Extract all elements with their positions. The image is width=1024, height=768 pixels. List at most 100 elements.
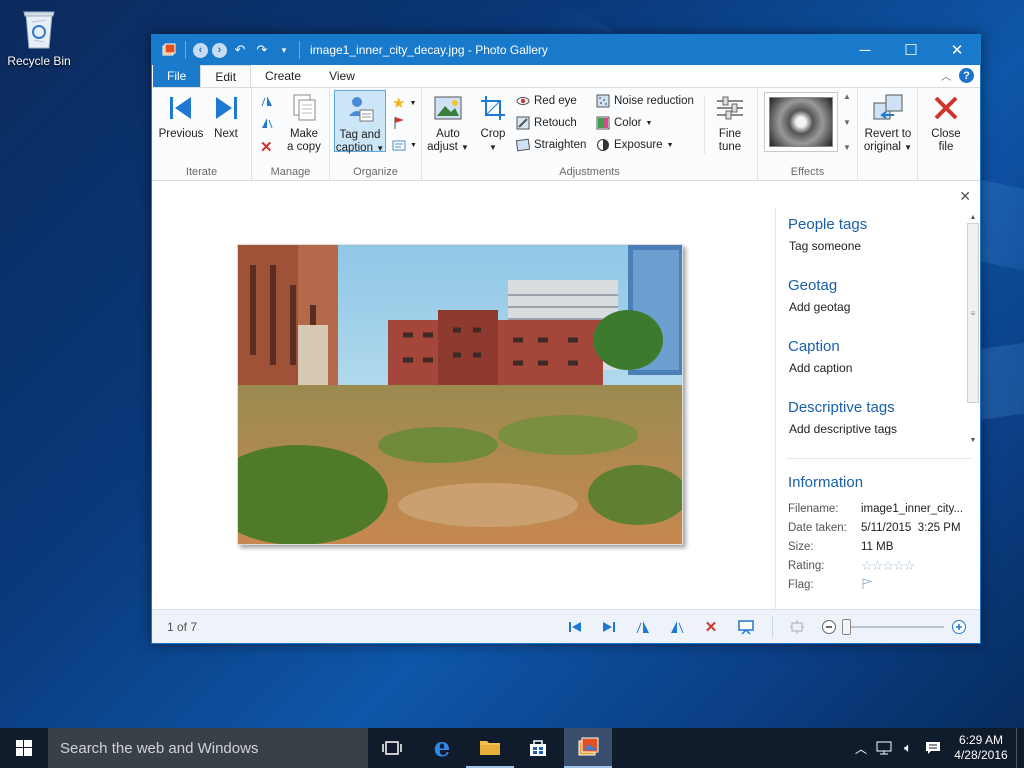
make-copy-button[interactable]: Make a copy xyxy=(282,92,326,154)
delete-icon: ✕ xyxy=(260,139,273,156)
retouch-button[interactable]: Retouch xyxy=(516,116,577,130)
rating-stars-icon[interactable]: ☆☆☆☆☆ xyxy=(861,558,971,574)
minimize-button[interactable]: ─ xyxy=(842,35,888,65)
clock[interactable]: 6:29 AM 4/28/2016 xyxy=(946,733,1016,763)
photo-gallery-taskbar-button[interactable] xyxy=(564,728,612,768)
expand-gallery-icon[interactable]: ▼ xyxy=(843,143,851,152)
zoom-out-icon xyxy=(822,620,836,634)
zoom-in-button[interactable] xyxy=(950,618,968,636)
tab-edit[interactable]: Edit xyxy=(200,65,252,87)
effect-thumbnail-bw[interactable] xyxy=(769,97,833,147)
rotate-right-status-button[interactable] xyxy=(668,618,686,636)
color-label: Color xyxy=(614,117,642,129)
actual-size-button[interactable] xyxy=(788,618,806,636)
task-view-button[interactable] xyxy=(368,728,416,768)
rotate-left-button[interactable] xyxy=(260,94,274,108)
noise-reduction-button[interactable]: Noise reduction xyxy=(596,94,694,108)
flag-button[interactable] xyxy=(392,116,406,130)
recycle-bin-icon xyxy=(20,6,58,50)
fine-tune-button[interactable]: Fine tune xyxy=(708,92,752,154)
revert-to-original-button[interactable]: Revert to original ▼ xyxy=(860,92,916,154)
close-window-button[interactable]: ✕ xyxy=(934,35,980,65)
dropdown-arrow-icon: ▼ xyxy=(409,99,417,107)
close-file-button[interactable]: Close file xyxy=(924,92,968,154)
color-icon xyxy=(596,116,610,130)
taskbar-search-box[interactable]: Search the web and Windows xyxy=(48,728,368,768)
next-photo-button[interactable] xyxy=(600,618,618,636)
zoom-slider-track[interactable] xyxy=(842,626,944,628)
rotate-left-icon xyxy=(636,621,649,634)
photo-counter: 1 of 7 xyxy=(167,620,198,634)
information-table: Filename: image1_inner_city... Date taken… xyxy=(788,499,982,595)
slideshow-icon xyxy=(738,620,754,635)
slideshow-button[interactable] xyxy=(737,618,755,636)
fine-tune-icon xyxy=(714,92,746,124)
crop-label: Crop xyxy=(480,128,506,140)
undo-icon[interactable]: ↶ xyxy=(231,41,249,59)
properties-button[interactable]: ▼ xyxy=(392,138,417,152)
action-center-icon[interactable] xyxy=(920,741,946,755)
show-desktop-button[interactable] xyxy=(1016,728,1024,768)
revert-label: Revert to xyxy=(864,128,912,140)
rotate-right-button[interactable] xyxy=(260,116,274,130)
scroll-up-icon[interactable]: ▲ xyxy=(967,214,979,221)
scroll-down-icon[interactable]: ▼ xyxy=(843,118,851,127)
help-icon[interactable]: ? xyxy=(959,68,974,83)
group-label-organize: Organize xyxy=(353,166,398,178)
forward-icon[interactable]: › xyxy=(212,42,227,58)
app-icon[interactable] xyxy=(160,41,178,59)
start-button[interactable] xyxy=(0,728,48,768)
zoom-slider-thumb[interactable] xyxy=(842,619,851,635)
info-row-flag: Flag: xyxy=(788,576,982,595)
clock-date: 4/28/2016 xyxy=(954,748,1008,762)
back-icon[interactable]: ‹ xyxy=(193,42,208,58)
next-button[interactable]: Next xyxy=(206,92,246,141)
color-button[interactable]: Color ▼ xyxy=(596,116,652,130)
volume-icon[interactable]: 🔈︎ xyxy=(896,740,920,756)
redo-icon[interactable]: ↷ xyxy=(253,41,271,59)
recycle-bin[interactable]: Recycle Bin xyxy=(4,6,74,68)
exposure-button[interactable]: Exposure ▼ xyxy=(596,138,674,152)
red-eye-button[interactable]: Red eye xyxy=(516,94,577,108)
edge-taskbar-button[interactable]: e xyxy=(418,728,466,768)
show-hidden-icons-icon[interactable]: ︿ xyxy=(850,740,872,757)
tab-file[interactable]: File xyxy=(153,65,201,87)
store-taskbar-button[interactable] xyxy=(514,728,562,768)
tab-create[interactable]: Create xyxy=(251,65,315,87)
first-photo-button[interactable] xyxy=(566,618,584,636)
delete-status-button[interactable]: ✕ xyxy=(702,618,720,636)
previous-button[interactable]: Previous xyxy=(158,92,204,141)
scroll-thumb[interactable]: ≡ xyxy=(967,223,979,403)
crop-button[interactable]: Crop ▼ xyxy=(474,92,512,154)
rate-button[interactable]: ★ ▼ xyxy=(392,94,416,112)
rotate-left-status-button[interactable] xyxy=(634,618,652,636)
straighten-button[interactable]: Straighten xyxy=(516,138,586,152)
info-key: Date taken: xyxy=(788,521,847,534)
tag-and-caption-button[interactable]: Tag and caption ▼ xyxy=(334,90,386,154)
effects-gallery[interactable] xyxy=(764,92,838,152)
collapse-ribbon-icon[interactable]: ︿ xyxy=(941,68,951,83)
previous-icon xyxy=(569,622,581,632)
scroll-up-icon[interactable]: ▲ xyxy=(843,92,851,101)
auto-adjust-button[interactable]: Auto adjust ▼ xyxy=(426,92,470,154)
add-descriptive-tags-link[interactable]: Add descriptive tags xyxy=(789,422,966,435)
add-caption-link[interactable]: Add caption xyxy=(789,361,966,375)
delete-button[interactable]: ✕ xyxy=(260,138,273,156)
photo-image[interactable] xyxy=(237,244,683,545)
dropdown-arrow-icon: ▼ xyxy=(460,143,469,152)
pane-scrollbar[interactable]: ▲ ≡ ▼ xyxy=(967,214,979,444)
customize-qat-icon[interactable]: ▾ xyxy=(275,41,293,59)
file-explorer-taskbar-button[interactable] xyxy=(466,728,514,768)
add-geotag-link[interactable]: Add geotag xyxy=(789,300,966,314)
scroll-down-icon[interactable]: ▼ xyxy=(967,437,979,444)
zoom-in-icon xyxy=(952,620,966,634)
tab-view[interactable]: View xyxy=(315,65,369,87)
group-close: Close file xyxy=(918,88,974,180)
network-icon[interactable] xyxy=(872,741,896,755)
tag-someone-link[interactable]: Tag someone xyxy=(789,239,966,253)
flag-toggle-icon[interactable] xyxy=(861,578,971,593)
zoom-out-button[interactable] xyxy=(820,618,838,636)
maximize-button[interactable]: ☐ xyxy=(888,35,934,65)
info-value: 5/11/2015 3:25 PM xyxy=(861,521,961,534)
close-pane-icon[interactable]: ✕ xyxy=(959,188,971,205)
